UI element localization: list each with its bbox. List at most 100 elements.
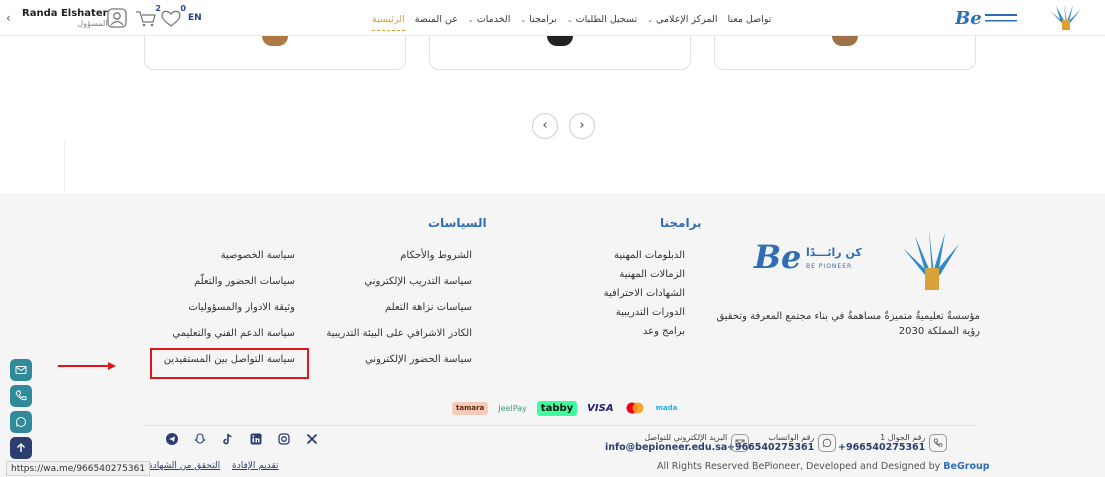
mada-logo: mada [655, 403, 678, 412]
college-logo[interactable] [895, 228, 969, 298]
copyright-text: All Rights Reserved BePioneer, Developed… [657, 461, 944, 472]
nav-item-label: الرئيسية [372, 13, 405, 25]
visa-logo: VISA [587, 402, 614, 414]
chevron-down-icon: ⌄ [647, 15, 654, 24]
whatsapp-icon [818, 434, 837, 452]
arrow-up-icon [17, 443, 25, 452]
linkedin-icon[interactable] [250, 433, 262, 445]
scroll-top-button[interactable] [10, 437, 32, 459]
brand-name-ar: كن رائـــدًا [806, 246, 862, 259]
nav-item[interactable]: المركز الإعلامي⌄ [647, 14, 717, 25]
language-switch[interactable]: EN [188, 13, 202, 23]
email-contact[interactable]: البريد الإلكتروني للتواصل info@bepioneer… [605, 430, 750, 456]
footer-link[interactable]: سياسات نزاهة التعلم [326, 302, 472, 328]
nav-item[interactable]: عن المنصة [415, 14, 458, 25]
footer-link[interactable]: برامج وعد [604, 326, 685, 345]
footer-link[interactable]: وثيقة الادوار والمسؤوليات [164, 302, 295, 328]
policies-list-1: الشروط والأحكام سياسة التدريب الإلكتروني س… [326, 250, 472, 380]
nav-item-label: تواصل معنا [727, 13, 772, 25]
user-role: المسؤول [77, 19, 108, 28]
mail-icon [15, 366, 27, 374]
nav-item[interactable]: تواصل معنا [727, 14, 771, 25]
nav-item-label: عن المنصة [414, 13, 458, 25]
footer-link[interactable]: الزمالات المهنية [604, 269, 685, 288]
contact-value: info@bepioneer.edu.sa [605, 442, 728, 453]
cart-icon[interactable]: 2 [135, 4, 161, 28]
footer-link[interactable]: سياسة الحضور الإلكتروني [326, 354, 472, 380]
heart-icon[interactable]: 0 [160, 4, 186, 28]
top-header: ‹ Randa Elshater المسؤول 2 0 EN الرئيسية… [0, 0, 1105, 36]
arrow-right-icon [58, 362, 116, 370]
nav-item[interactable]: تسجيل الطلبات⌄ [567, 14, 637, 25]
nav-item[interactable]: برامجنا⌄ [520, 14, 556, 25]
tamara-logo: tamara [452, 401, 489, 415]
status-url-bar: https://wa.me/966540275361 [6, 461, 151, 476]
tabby-logo: tabby [536, 400, 578, 416]
divider [64, 140, 65, 192]
testimonial-card [144, 36, 406, 70]
nav-item-label: المركز الإعلامي [656, 13, 718, 25]
avatar-icon[interactable] [106, 8, 128, 28]
telegram-icon[interactable] [166, 433, 178, 445]
feedback-link[interactable]: تقديم الإفادة [232, 461, 279, 471]
snapchat-icon[interactable] [194, 433, 206, 445]
user-info: Randa Elshater المسؤول [22, 8, 108, 28]
avatar [832, 36, 858, 46]
nav-item-label: تسجيل الطلبات [575, 13, 638, 25]
nav-item[interactable]: الخدمات⌄ [468, 14, 510, 25]
float-mail-button[interactable] [10, 359, 32, 381]
footer-link[interactable]: سياسة الخصوصية [164, 250, 295, 276]
nav-item-label: الخدمات [476, 13, 511, 25]
footer-link[interactable]: الدبلومات المهنية [604, 250, 685, 269]
mobile-contact[interactable]: رقم الجوال 1 +966540275361 [838, 430, 948, 456]
contact-value: +966540275361 [838, 442, 926, 453]
payment-methods: tamara JeelPay tabby VISA mada [452, 400, 681, 416]
svg-text:Be: Be [955, 8, 982, 28]
page: ‹ Randa Elshater المسؤول 2 0 EN الرئيسية… [0, 0, 1105, 477]
brand-name-en: BE PIONEER [806, 263, 852, 270]
jeelpay-logo: JeelPay [498, 403, 527, 413]
tiktok-icon[interactable] [222, 433, 234, 445]
svg-text:Be: Be [753, 238, 801, 274]
float-phone-button[interactable] [10, 385, 32, 407]
programs-list: الدبلومات المهنية الزمالات المهنية الشهادا… [604, 250, 685, 345]
copyright-brand[interactable]: BeGroup [943, 461, 989, 472]
avatar [262, 36, 288, 46]
testimonial-card [429, 36, 691, 70]
instagram-icon[interactable] [278, 433, 290, 445]
footer-link[interactable]: الشهادات الاحترافية [604, 288, 685, 307]
user-menu[interactable]: ‹ Randa Elshater المسؤول [6, 4, 108, 32]
phone-icon [15, 390, 27, 401]
phone-icon [929, 434, 948, 452]
verify-certificate-link[interactable]: التحقق من الشهادة [148, 461, 220, 471]
slider-next-button[interactable]: › [569, 113, 595, 139]
avatar [547, 36, 573, 46]
bepioneer-logo[interactable]: Be [955, 8, 1025, 28]
chevron-down-icon: ⌄ [467, 15, 474, 24]
bepioneer-logo[interactable]: Be كن رائـــدًا BE PIONEER [752, 238, 862, 274]
footer-link[interactable]: الدورات التدريبية [604, 307, 685, 326]
x-twitter-icon[interactable] [306, 433, 318, 445]
slider-prev-button[interactable]: ‹ [532, 113, 558, 139]
mail-icon [731, 434, 750, 452]
policies-title: السياسات [428, 216, 487, 230]
nav-item[interactable]: الرئيسية [372, 13, 405, 31]
footer-link[interactable]: الكادر الاشرافي على البيئة التدريبية [326, 328, 472, 354]
programs-title: برامجنا [660, 216, 702, 230]
footer-link[interactable]: سياسات الحضور والتعلّم [164, 276, 295, 302]
mastercard-logo [626, 402, 644, 414]
about-text: مؤسسةٌ تعليميةٌ متميزةٌ مساهمةٌ في بناء … [716, 311, 980, 337]
footer-divider [145, 425, 977, 426]
chevron-down-icon: ⌄ [566, 15, 573, 24]
main-nav: الرئيسية عن المنصة الخدمات⌄ برامجنا⌄ تسجيل ا… [372, 12, 771, 31]
college-logo[interactable] [1042, 2, 1090, 34]
highlight-annotation-box [150, 348, 309, 379]
footer-link[interactable]: الشروط والأحكام [326, 250, 472, 276]
chevron-down-icon: ⌄ [520, 15, 527, 24]
wishlist-count-badge: 0 [180, 4, 186, 13]
float-whatsapp-button[interactable] [10, 411, 32, 433]
footer-link[interactable]: سياسة التدريب الإلكتروني [326, 276, 472, 302]
nav-item-label: برامجنا [529, 13, 557, 25]
contact-label: رقم الجوال 1 [880, 433, 926, 442]
testimonial-card [714, 36, 976, 70]
